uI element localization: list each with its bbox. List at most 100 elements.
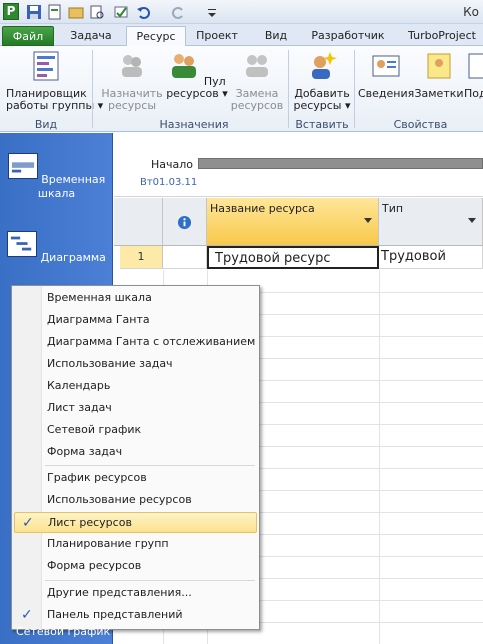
details-label: Подр <box>464 87 483 100</box>
add-resources-label: Добавить ресурсы ▾ <box>293 87 351 112</box>
details-icon <box>468 53 483 79</box>
print-preview-icon[interactable] <box>89 4 105 20</box>
menu-item-more-views[interactable]: Другие представления... <box>14 583 257 604</box>
menu-item-label: Диаграмма Ганта с отслеживанием <box>47 335 256 348</box>
menu-item-task-sheet[interactable]: Лист задач <box>14 398 257 419</box>
replace-resource-icon <box>246 55 268 77</box>
redo-icon[interactable] <box>170 4 186 20</box>
menu-item-label: Лист задач <box>47 401 112 414</box>
resource-name-cell[interactable]: Трудовой ресурс <box>207 246 379 269</box>
menu-item-resource-usage[interactable]: Использование ресурсов <box>14 490 257 511</box>
menu-item-calendar[interactable]: Календарь <box>14 376 257 397</box>
menu-item-label: Сетевой график <box>47 423 142 436</box>
resource-type-cell[interactable]: Трудовой <box>379 246 483 269</box>
menu-item-team-planner[interactable]: Планирование групп <box>14 534 257 555</box>
menu-item-network-diagram[interactable]: Сетевой график <box>14 420 257 441</box>
notes-label: Заметки <box>414 87 464 100</box>
team-planner-label: Планировщик работы группы ▾ <box>6 87 104 112</box>
details-button[interactable]: Подр <box>464 50 483 100</box>
menu-item-tracking-gantt[interactable]: Диаграмма Ганта с отслеживанием <box>14 332 257 353</box>
menu-item-resource-graph[interactable]: График ресурсов <box>14 468 257 489</box>
open-icon[interactable] <box>68 4 84 20</box>
group-separator <box>288 50 289 128</box>
menu-item-view-bar[interactable]: ✓ Панель представлений <box>14 605 257 626</box>
views-context-menu: Временная шкала Диаграмма Ганта Диаграмм… <box>11 285 260 630</box>
group-label-insert: Вставить <box>295 118 349 131</box>
tab-developer[interactable]: Разработчик <box>304 26 392 46</box>
team-planner-icon <box>33 51 59 81</box>
group-label-assignments: Назначения <box>159 118 229 131</box>
viewbar-item-timeline[interactable]: Временная шкала <box>0 153 113 201</box>
team-planner-button[interactable]: Планировщик работы группы ▾ <box>6 50 103 112</box>
menu-item-label: График ресурсов <box>47 471 147 484</box>
save-icon[interactable] <box>26 4 42 20</box>
gantt-view-icon <box>7 231 38 257</box>
window-title: Ко <box>463 5 479 19</box>
column-header-type[interactable]: Тип <box>379 198 483 246</box>
menu-separator <box>45 580 255 581</box>
resource-pool-button[interactable]: Пул ресурсов ▾ <box>166 50 228 100</box>
tab-file[interactable]: Файл <box>2 26 54 46</box>
menu-item-label: Календарь <box>47 379 111 392</box>
project-app-icon[interactable]: P <box>3 3 19 20</box>
dropdown-arrow-icon[interactable] <box>468 218 476 223</box>
group-separator <box>354 50 355 128</box>
group-label-view: Вид <box>34 118 58 131</box>
tab-task[interactable]: Задача <box>66 26 116 46</box>
customize-qat-icon[interactable] <box>204 4 220 20</box>
column-header-label: Название ресурса <box>210 202 315 215</box>
menu-item-timeline[interactable]: Временная шкала <box>14 288 257 309</box>
checkmark-icon: ✓ <box>22 515 34 531</box>
tab-turboproject[interactable]: TurboProject <box>402 26 482 46</box>
tab-resource[interactable]: Ресурс <box>126 26 186 47</box>
notes-button[interactable]: Заметки <box>414 50 464 100</box>
add-resources-button[interactable]: Добавить ресурсы ▾ <box>292 50 352 112</box>
replace-resource-button[interactable]: Замена ресурсов <box>228 50 286 112</box>
tab-project[interactable]: Проект <box>192 26 242 46</box>
timeline-start-date: Вт01.03.11 <box>140 177 198 188</box>
menu-item-label: Форма задач <box>47 445 123 458</box>
timeline-bar[interactable] <box>198 158 483 169</box>
menu-item-resource-sheet[interactable]: ✓ Лист ресурсов <box>14 512 257 533</box>
group-label-properties: Свойства <box>393 118 448 131</box>
spelling-icon[interactable] <box>113 4 129 20</box>
timeline-view-icon <box>7 153 38 179</box>
assign-resources-label: Назначить ресурсы <box>101 87 163 112</box>
grid-line <box>379 270 380 644</box>
indicators-header[interactable] <box>163 198 207 246</box>
viewbar-item-gantt[interactable]: Диаграмма <box>0 231 113 265</box>
viewbar-item-label: Диаграмма <box>40 251 106 264</box>
resource-pool-icon <box>172 54 197 78</box>
menu-item-label: Панель представлений <box>47 608 183 621</box>
menu-item-label: Временная шкала <box>47 291 152 304</box>
menu-item-label: Использование ресурсов <box>47 493 192 506</box>
tab-view[interactable]: Вид <box>258 26 294 46</box>
assign-resources-button[interactable]: Назначить ресурсы <box>100 50 164 112</box>
information-label: Сведения <box>358 87 415 100</box>
timeline-start-label: Начало <box>151 158 194 171</box>
indicator-cell[interactable] <box>163 246 207 269</box>
dropdown-arrow-icon[interactable] <box>364 218 372 223</box>
menu-item-label: Другие представления... <box>47 586 192 599</box>
menu-item-label: Форма ресурсов <box>47 559 142 572</box>
ribbon: Планировщик работы группы ▾ Вид Назначит… <box>0 46 483 132</box>
new-project-icon[interactable] <box>47 4 63 20</box>
select-all-header[interactable] <box>114 198 163 246</box>
menu-item-label: Лист ресурсов <box>48 516 132 529</box>
group-separator <box>92 50 93 128</box>
menu-item-label: Использование задач <box>47 357 173 370</box>
ribbon-tabs: Файл Задача Ресурс Проект Вид Разработчи… <box>0 24 483 47</box>
column-header-resource-name[interactable]: Название ресурса <box>207 198 379 246</box>
undo-icon[interactable] <box>136 4 152 20</box>
menu-item-gantt-chart[interactable]: Диаграмма Ганта <box>14 310 257 331</box>
menu-separator <box>45 465 255 466</box>
menu-item-task-form[interactable]: Форма задач <box>14 442 257 463</box>
row-id-cell[interactable]: 1 <box>120 246 163 269</box>
viewbar-item-network-diagram[interactable]: Сетевой график <box>16 625 110 638</box>
menu-item-resource-form[interactable]: Форма ресурсов <box>14 556 257 577</box>
quick-access-toolbar: P Ко <box>0 0 483 24</box>
menu-item-task-usage[interactable]: Использование задач <box>14 354 257 375</box>
information-button[interactable]: Сведения <box>358 50 414 100</box>
timeline-pane[interactable]: Начало Вт01.03.11 <box>114 133 483 197</box>
checkmark-icon: ✓ <box>21 607 33 623</box>
